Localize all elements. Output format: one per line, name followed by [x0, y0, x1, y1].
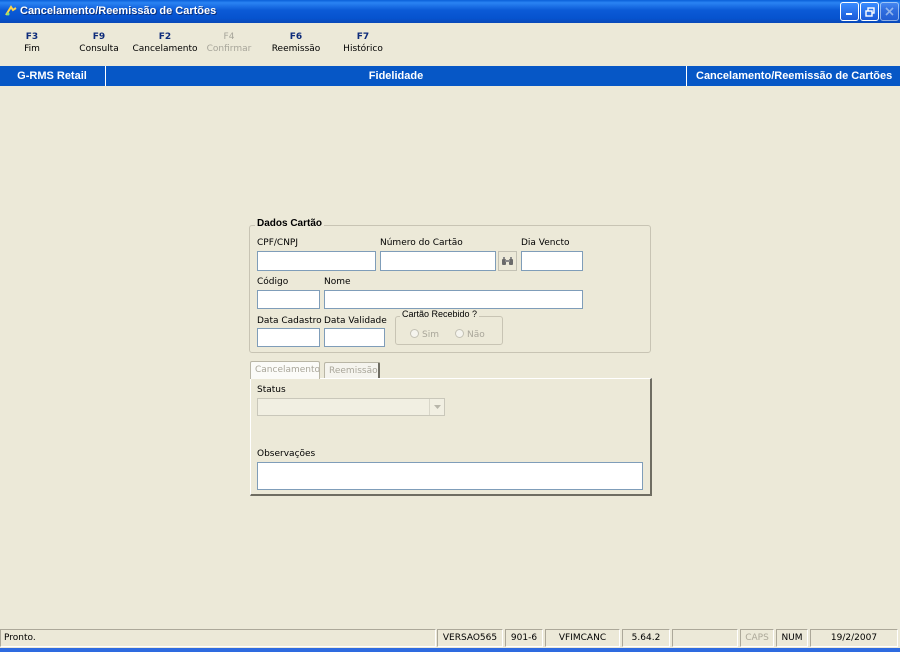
module-header-band: G-RMS Retail Fidelidade Cancelamento/Ree…: [0, 66, 900, 86]
system-name: G-RMS Retail: [17, 70, 87, 82]
fkey-label: Histórico: [343, 44, 383, 54]
received-no-label: Não: [467, 330, 485, 340]
code-input[interactable]: [257, 290, 320, 309]
fkey-key: F3: [25, 32, 39, 42]
cpf-input[interactable]: [257, 251, 376, 271]
card-received-title: Cartão Recebido ?: [400, 309, 480, 319]
close-icon: [885, 7, 894, 16]
status-bar: Pronto. VERSAO565 901-6 VFIMCANC 5.64.2 …: [0, 628, 900, 648]
name-input[interactable]: [324, 290, 583, 309]
card-number-input[interactable]: [380, 251, 496, 271]
cpf-label: CPF/CNPJ: [257, 238, 299, 248]
validity-date-label: Data Validade: [324, 316, 387, 326]
binoculars-icon: [502, 257, 513, 265]
status-build: 5.64.2: [622, 629, 670, 647]
radio-icon: [455, 329, 464, 338]
function-key-toolbar: F3 Fim F9 Consulta F2 Cancelamento F4 Co…: [0, 23, 900, 66]
fkey-label: Fim: [24, 44, 40, 54]
fkey-historico[interactable]: F7 Histórico: [336, 31, 390, 55]
card-data-title: Dados Cartão: [255, 218, 325, 229]
received-yes-radio[interactable]: Sim: [410, 329, 439, 340]
card-number-label: Número do Cartão: [380, 238, 463, 248]
status-date: 19/2/2007: [810, 629, 898, 647]
module-name: Fidelidade: [368, 70, 424, 82]
fkey-label: Confirmar: [206, 44, 252, 54]
num-indicator: NUM: [776, 629, 808, 647]
received-no-radio[interactable]: Não: [455, 329, 485, 340]
due-day-input[interactable]: [521, 251, 583, 271]
fkey-consulta[interactable]: F9 Consulta: [76, 31, 122, 55]
search-card-button[interactable]: [498, 251, 517, 271]
screen-name: Cancelamento/Reemissão de Cartões: [696, 70, 893, 82]
minimize-icon: [846, 13, 852, 15]
minimize-button[interactable]: [840, 2, 859, 21]
fkey-key: F4: [223, 32, 235, 42]
observations-label: Observações: [257, 449, 316, 459]
window-title: Cancelamento/Reemissão de Cartões: [20, 5, 217, 17]
name-label: Nome: [324, 277, 351, 287]
fkey-fim[interactable]: F3 Fim: [16, 31, 48, 55]
received-yes-label: Sim: [422, 330, 439, 340]
tab-reemissao[interactable]: Reemissão: [324, 362, 380, 379]
restore-icon: [864, 6, 875, 17]
fkey-key: F2: [158, 32, 172, 42]
caps-indicator: CAPS: [740, 629, 774, 647]
registration-date-label: Data Cadastro: [257, 316, 322, 326]
status-program: VFIMCANC: [545, 629, 620, 647]
registration-date-input[interactable]: [257, 328, 320, 347]
fkey-reemissao[interactable]: F6 Reemissão: [264, 31, 328, 55]
status-label: Status: [257, 385, 286, 395]
fkey-confirmar[interactable]: F4 Confirmar: [203, 31, 255, 55]
fkey-key: F7: [356, 32, 370, 42]
close-button[interactable]: [880, 2, 899, 21]
app-icon: [5, 5, 17, 16]
fkey-key: F9: [92, 32, 106, 42]
validity-date-input[interactable]: [324, 328, 385, 347]
status-message: Pronto.: [0, 629, 436, 647]
fkey-label: Consulta: [79, 44, 119, 54]
status-dropdown-button[interactable]: [429, 399, 444, 415]
fkey-cancelamento[interactable]: F2 Cancelamento: [130, 31, 200, 55]
tab-cancelamento[interactable]: Cancelamento: [250, 361, 320, 379]
fkey-label: Cancelamento: [132, 44, 198, 54]
band-divider: [686, 66, 687, 86]
status-blank: [672, 629, 738, 647]
code-label: Código: [257, 277, 289, 287]
restore-button[interactable]: [860, 2, 879, 21]
status-code: 901-6: [505, 629, 543, 647]
status-select[interactable]: [257, 398, 445, 416]
fkey-label: Reemissão: [271, 44, 321, 54]
fkey-key: F6: [289, 32, 303, 42]
status-version: VERSAO565: [437, 629, 503, 647]
due-day-label: Dia Vencto: [521, 238, 570, 248]
observations-textarea[interactable]: [257, 462, 643, 490]
taskbar-edge: [0, 648, 900, 652]
radio-icon: [410, 329, 419, 338]
chevron-down-icon: [433, 405, 441, 409]
title-bar: Cancelamento/Reemissão de Cartões: [0, 0, 900, 23]
